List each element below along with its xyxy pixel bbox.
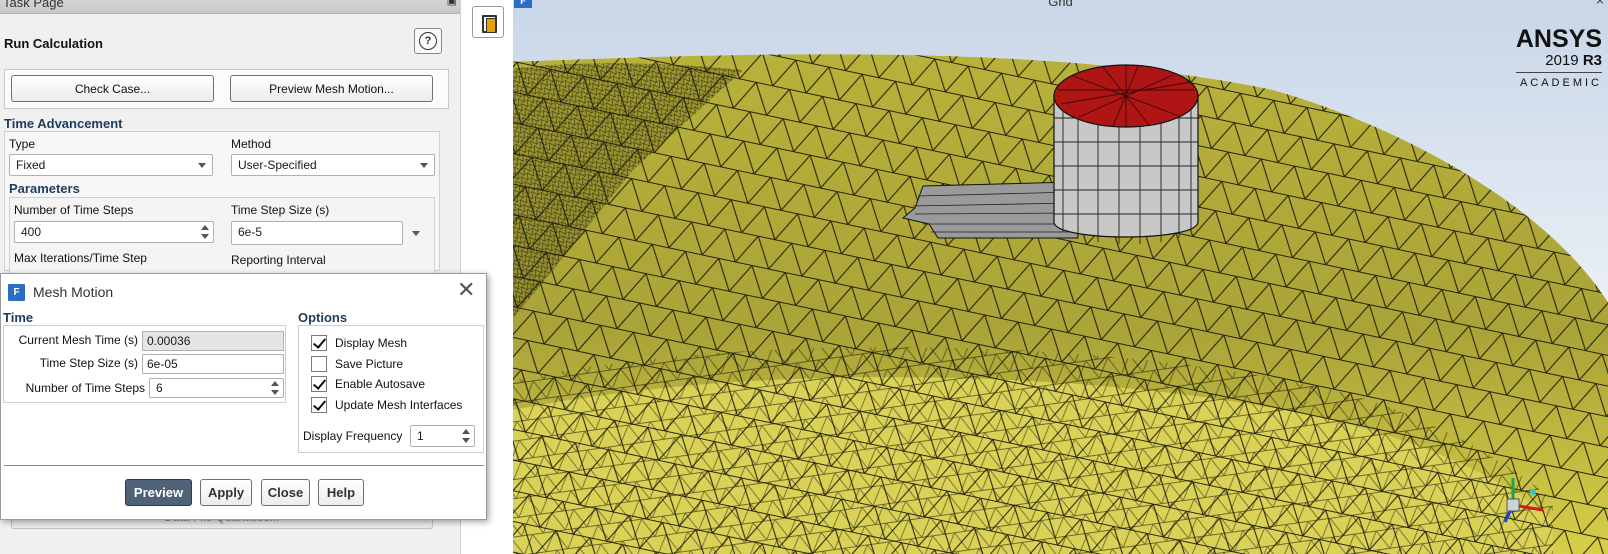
mesh-motion-dialog: F Mesh Motion ✕ Time Current Mesh Time (…: [0, 273, 487, 520]
save-picture-label: Save Picture: [335, 357, 404, 371]
options-heading: Options: [298, 310, 348, 325]
display-mesh-checkbox[interactable]: [311, 335, 327, 351]
number-of-time-steps-value: 400: [21, 225, 42, 239]
dialog-separator: [4, 465, 484, 466]
spin-down-icon[interactable]: [462, 438, 470, 443]
max-iterations-label: Max Iterations/Time Step: [14, 251, 147, 265]
dialog-title: Mesh Motion: [33, 284, 114, 300]
viewport-title: Grid: [1048, 0, 1073, 9]
time-step-size-input[interactable]: 6e-5: [231, 221, 403, 245]
apply-button[interactable]: Apply: [200, 479, 252, 506]
display-mesh-label: Display Mesh: [335, 336, 408, 350]
method-label: Method: [231, 137, 272, 151]
spin-down-icon[interactable]: [271, 390, 279, 395]
time-step-size-label: Time Step Size (s): [231, 203, 330, 217]
graphics-viewport[interactable]: F Grid × ANSYS 2019 R3 ACADEMIC: [513, 0, 1608, 554]
logo-release: R3: [1582, 52, 1602, 69]
close-icon[interactable]: ✕: [457, 279, 475, 301]
logo-version: 2019 R3: [1516, 52, 1602, 70]
time-heading: Time: [3, 310, 34, 325]
restore-icon[interactable]: ▣: [447, 0, 457, 7]
spin-down-icon[interactable]: [201, 234, 209, 239]
number-of-time-steps-label: Number of Time Steps: [14, 203, 134, 217]
time-step-size-value: 6e-5: [238, 225, 263, 239]
check-case-button[interactable]: Check Case...: [11, 75, 214, 102]
logo-divider: [1515, 72, 1602, 73]
time-step-size-field[interactable]: 6e-05: [142, 354, 284, 374]
chevron-down-icon: [420, 163, 428, 168]
parameter-dropdown-icon[interactable]: [412, 231, 420, 236]
current-mesh-time-label: Current Mesh Time (s): [18, 333, 138, 347]
task-page-title: Task Page: [3, 0, 64, 10]
method-dropdown-value: User-Specified: [238, 158, 317, 172]
type-dropdown-value: Fixed: [16, 158, 46, 172]
spin-up-icon[interactable]: [271, 381, 279, 386]
enable-autosave-label: Enable Autosave: [335, 377, 426, 391]
fluent-icon: F: [8, 284, 25, 301]
help-button[interactable]: ?: [414, 28, 442, 54]
logo-version-year: 2019: [1545, 52, 1579, 69]
update-mesh-interfaces-checkbox[interactable]: [311, 397, 327, 413]
preview-button[interactable]: Preview: [125, 479, 192, 506]
help-button[interactable]: Help: [318, 479, 364, 506]
display-frequency-stepper[interactable]: 1: [410, 425, 475, 447]
copy-window-icon[interactable]: [472, 6, 504, 38]
number-of-time-steps-value: 6: [156, 381, 163, 395]
update-mesh-interfaces-label: Update Mesh Interfaces: [335, 398, 463, 412]
display-frequency-label: Display Frequency: [303, 429, 403, 443]
method-dropdown[interactable]: User-Specified: [231, 154, 435, 176]
time-step-size-label: Time Step Size (s): [39, 356, 138, 370]
logo-brand: ANSYS: [1515, 25, 1602, 53]
time-advancement-heading: Time Advancement: [4, 116, 123, 131]
logo-edition: ACADEMIC: [1519, 77, 1602, 89]
enable-autosave-checkbox[interactable]: [311, 376, 327, 392]
number-of-time-steps-stepper[interactable]: 400: [14, 221, 214, 243]
spin-up-icon[interactable]: [462, 429, 470, 434]
close-button[interactable]: Close: [261, 479, 310, 506]
chevron-down-icon: [198, 163, 206, 168]
reporting-interval-label: Reporting Interval: [231, 253, 326, 267]
question-icon: ?: [419, 32, 437, 50]
type-label: Type: [9, 137, 36, 151]
type-dropdown[interactable]: Fixed: [9, 154, 213, 176]
run-calculation-heading: Run Calculation: [4, 36, 103, 51]
spin-up-icon[interactable]: [201, 225, 209, 230]
mesh-render: [513, 54, 1608, 554]
parameters-heading: Parameters: [9, 181, 80, 196]
ansys-logo: ANSYS 2019 R3 ACADEMIC: [1515, 25, 1602, 89]
number-of-time-steps-stepper[interactable]: 6: [149, 378, 284, 398]
number-of-time-steps-label: Number of Time Steps: [25, 381, 145, 395]
close-icon[interactable]: ×: [1596, 0, 1604, 8]
preview-mesh-motion-button[interactable]: Preview Mesh Motion...: [230, 75, 433, 102]
display-frequency-value: 1: [417, 429, 424, 443]
save-picture-checkbox[interactable]: [311, 356, 327, 372]
current-mesh-time-field: 0.00036: [142, 331, 284, 351]
task-page-titlebar: Task Page ▣: [0, 0, 460, 14]
